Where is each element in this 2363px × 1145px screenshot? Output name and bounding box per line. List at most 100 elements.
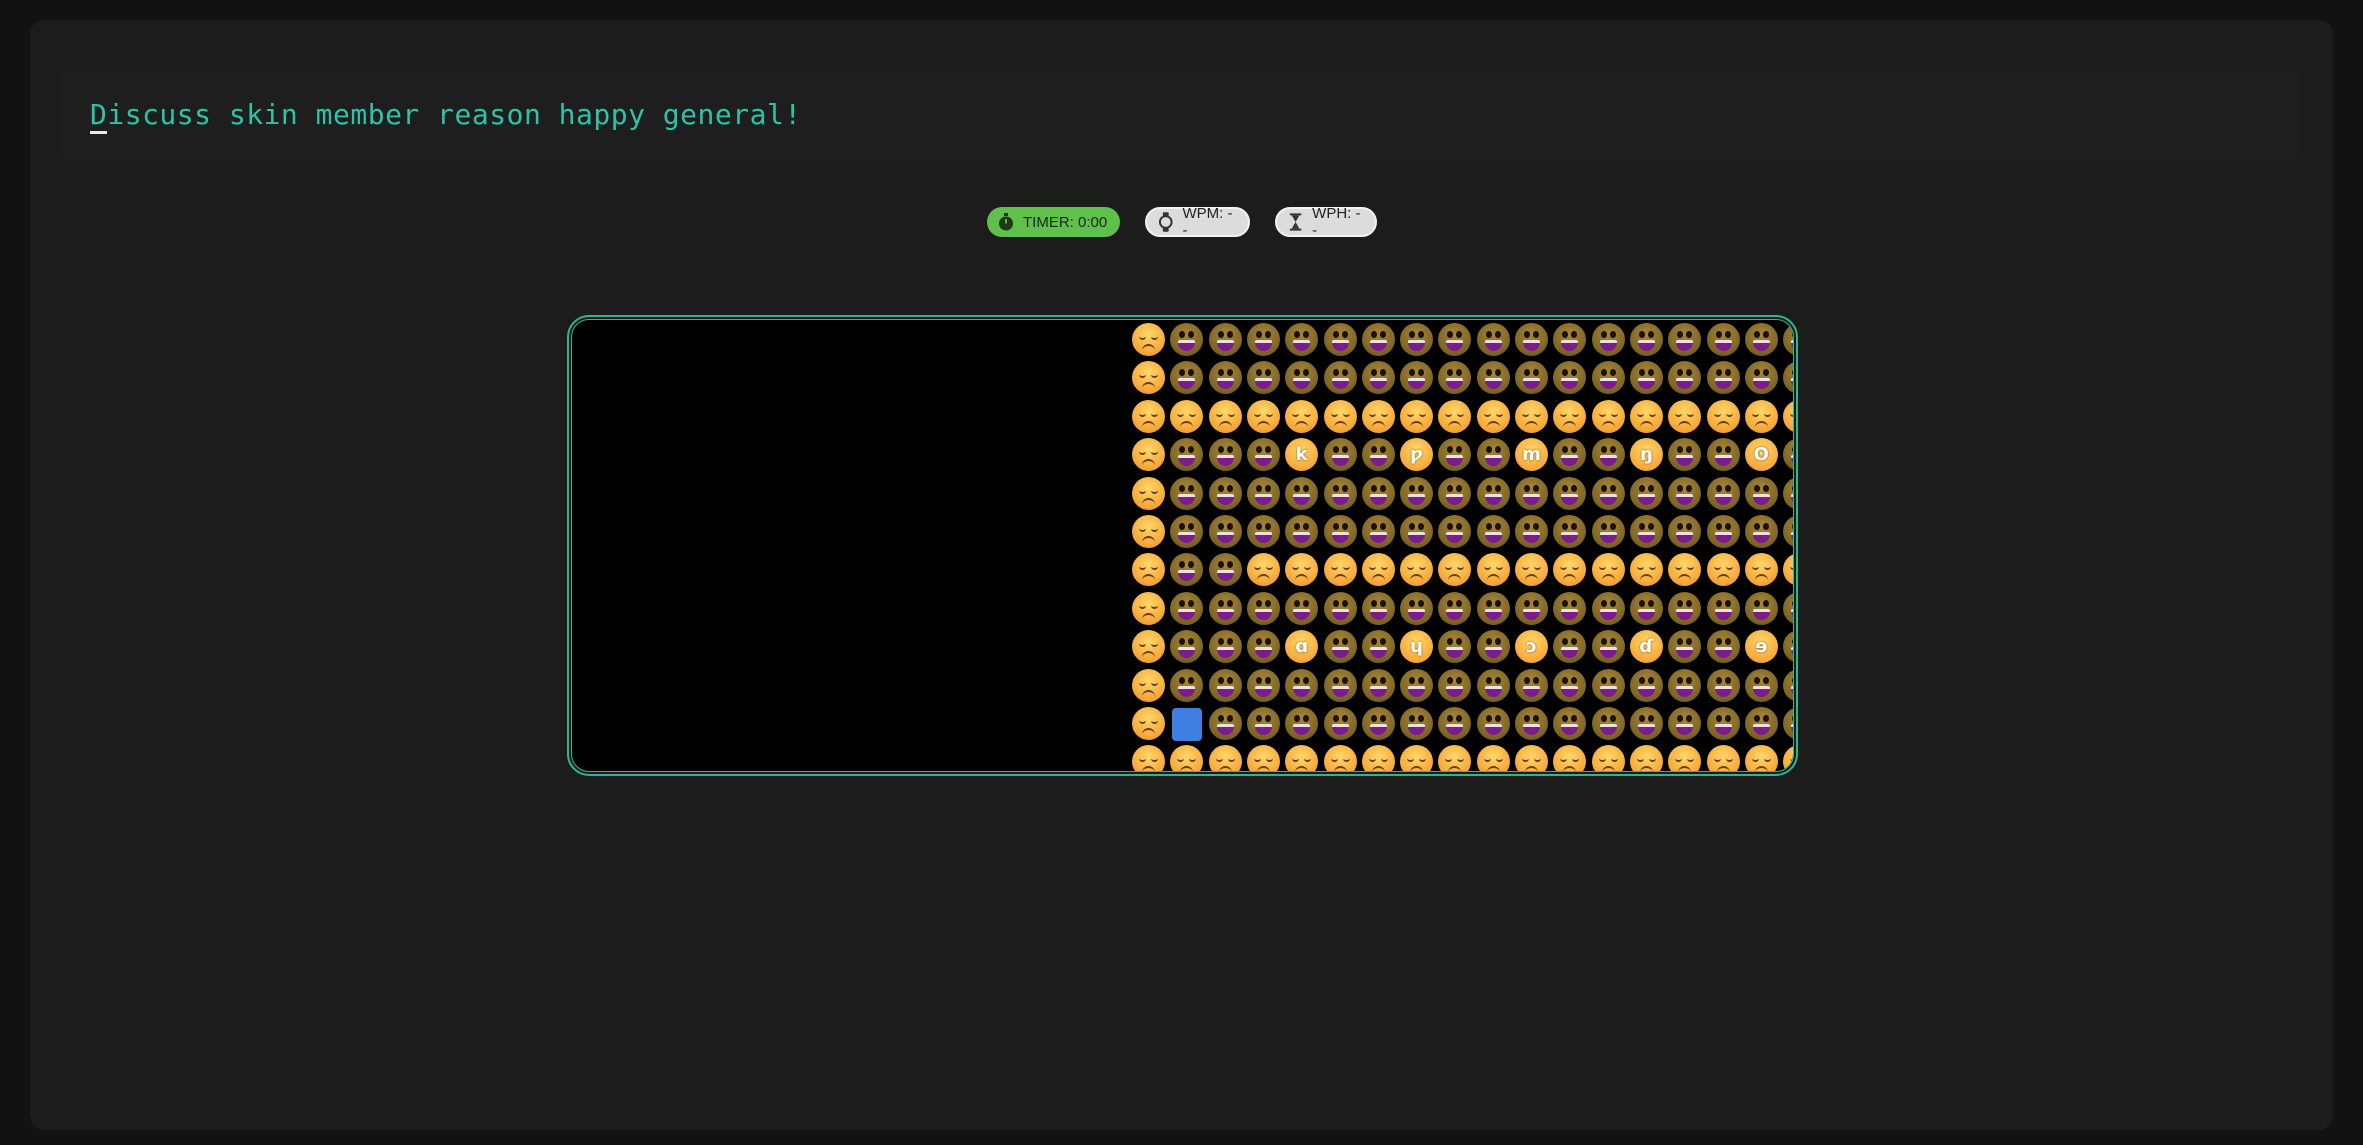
grin-face-tile — [1398, 475, 1434, 511]
grin-face-icon — [1515, 707, 1548, 740]
grin-face-tile — [1245, 628, 1281, 664]
grin-face-icon — [1438, 438, 1472, 472]
grin-face-icon — [1170, 323, 1204, 356]
frown-face-tile — [1168, 398, 1204, 434]
letter-face-icon: ɑ — [1285, 630, 1319, 664]
grin-mouth — [1446, 455, 1464, 467]
grin-face-icon — [1629, 476, 1663, 510]
frown-mouth — [1410, 766, 1424, 771]
grin-face-tile — [1283, 513, 1319, 549]
grin-face-icon — [1438, 323, 1472, 356]
grin-face-icon — [1668, 591, 1702, 625]
grin-mouth — [1331, 378, 1349, 390]
letter-tile: ɔ — [1513, 628, 1549, 664]
grin-face-tile — [1168, 590, 1204, 626]
letter-glyph: m — [1522, 444, 1541, 466]
grin-face-icon — [1170, 361, 1204, 395]
grin-mouth — [1484, 724, 1502, 735]
frown-face-icon — [1744, 399, 1778, 433]
frown-mouth — [1486, 420, 1500, 429]
frown-mouth — [1793, 421, 1794, 429]
frown-face-icon — [1629, 553, 1663, 587]
frown-face-tile — [1360, 398, 1396, 434]
grin-face-tile — [1705, 590, 1741, 626]
grin-mouth — [1561, 685, 1579, 697]
grin-face-tile — [1628, 475, 1664, 511]
frown-mouth — [1142, 728, 1155, 736]
grin-mouth — [1752, 378, 1770, 390]
frown-mouth — [1142, 689, 1155, 698]
grin-mouth — [1561, 647, 1579, 659]
grin-mouth — [1714, 647, 1732, 659]
frown-face-tile — [1130, 551, 1166, 587]
frown-face-tile — [1130, 398, 1166, 434]
letter-glyph: ŋ — [1639, 444, 1653, 466]
grin-mouth — [1446, 724, 1464, 735]
frown-mouth — [1563, 766, 1577, 771]
grin-mouth — [1408, 378, 1426, 390]
grin-face-tile — [1551, 590, 1587, 626]
grin-face-tile — [1590, 436, 1626, 472]
frown-face-tile — [1130, 321, 1166, 357]
grin-mouth — [1369, 378, 1387, 390]
grin-mouth — [1446, 532, 1464, 543]
letter-tile: ƿ — [1398, 436, 1434, 472]
grin-face-tile — [1551, 705, 1587, 741]
grin-face-icon — [1323, 476, 1357, 510]
frown-face-tile — [1781, 551, 1794, 587]
grin-face-icon — [1170, 591, 1204, 625]
grin-face-icon — [1744, 591, 1778, 625]
grin-face-icon — [1323, 515, 1357, 548]
frown-mouth — [1601, 766, 1615, 771]
grin-face-icon — [1783, 361, 1793, 395]
frown-face-icon — [1629, 745, 1663, 771]
grin-face-icon — [1783, 323, 1793, 356]
frown-mouth — [1448, 420, 1462, 429]
frown-face-icon — [1208, 745, 1242, 771]
grin-mouth — [1561, 455, 1579, 467]
frown-face-icon — [1361, 553, 1395, 587]
frown-face-tile — [1666, 398, 1702, 434]
grin-face-tile — [1628, 359, 1664, 395]
frown-face-icon — [1553, 553, 1587, 587]
grin-face-icon — [1400, 591, 1434, 625]
frown-mouth — [1563, 574, 1577, 582]
frown-mouth — [1333, 420, 1347, 429]
grin-face-icon — [1744, 668, 1778, 702]
frown-face-icon — [1553, 399, 1587, 433]
frown-mouth — [1371, 574, 1385, 582]
frown-mouth — [1716, 766, 1730, 771]
grin-face-tile — [1666, 359, 1702, 395]
grin-face-icon — [1515, 668, 1548, 702]
grin-face-icon — [1208, 668, 1242, 702]
grin-mouth — [1216, 532, 1234, 543]
grin-face-tile — [1781, 590, 1793, 626]
grin-face-icon — [1668, 323, 1702, 356]
letter-face-icon: ɔ — [1515, 630, 1548, 664]
grin-face-icon — [1783, 515, 1793, 548]
grin-face-icon — [1668, 630, 1702, 664]
typing-prompt[interactable]: Discuss skin member reason happy general… — [60, 70, 2300, 160]
grin-face-tile — [1283, 705, 1319, 741]
grin-face-icon — [1744, 476, 1778, 510]
letter-glyph: ɗ — [1639, 636, 1654, 658]
grin-face-tile — [1360, 590, 1396, 626]
frown-face-icon — [1438, 553, 1472, 587]
frown-mouth — [1793, 574, 1794, 582]
grin-face-tile — [1245, 513, 1281, 549]
grin-mouth — [1216, 608, 1234, 620]
grin-mouth — [1408, 532, 1426, 543]
frown-face-tile — [1781, 743, 1793, 771]
grin-mouth — [1293, 340, 1311, 351]
frown-face-tile — [1475, 743, 1511, 771]
letter-glyph: ɥ — [1410, 636, 1423, 658]
grin-face-tile — [1590, 475, 1626, 511]
frown-face-icon — [1208, 399, 1242, 433]
frown-face-icon — [1515, 399, 1548, 433]
grin-face-icon — [1591, 707, 1625, 740]
grin-mouth — [1714, 340, 1732, 351]
frown-face-tile — [1628, 743, 1664, 771]
grin-mouth — [1216, 493, 1234, 505]
grin-mouth — [1408, 724, 1426, 735]
frown-face-tile — [1551, 398, 1587, 434]
